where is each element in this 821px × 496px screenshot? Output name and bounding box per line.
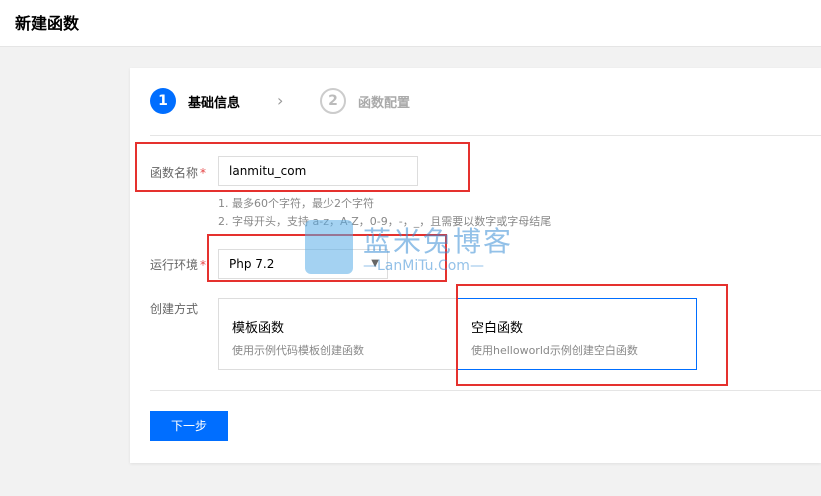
- creation-method-label: 创建方式: [150, 302, 199, 316]
- required-mark: *: [200, 258, 207, 272]
- option-title: 模板函数: [232, 321, 285, 336]
- option-desc: 使用示例代码模板创建函数: [232, 344, 364, 357]
- step-2-label[interactable]: 函数配置: [358, 92, 410, 111]
- highlight-box-name: [135, 142, 470, 192]
- watermark: 蓝米兔博客 —LanMiTu.Com—: [305, 220, 525, 280]
- option-template-function[interactable]: 模板函数 使用示例代码模板创建函数: [218, 298, 458, 370]
- top-bar: 新建函数: [0, 0, 821, 47]
- step-1-label: 基础信息: [188, 96, 241, 111]
- rabbit-logo-icon: [305, 220, 353, 274]
- watermark-text-cn: 蓝米兔博客: [363, 225, 514, 258]
- highlight-box-blank-option: [456, 284, 728, 386]
- chevron-right-icon: ›: [277, 91, 284, 110]
- step-2-number[interactable]: 2: [320, 88, 346, 114]
- step-1-number: 1: [150, 88, 176, 114]
- runtime-label: 运行环境 *: [150, 258, 207, 272]
- divider: [150, 390, 821, 391]
- page-title: 新建函数: [15, 14, 80, 33]
- divider: [150, 135, 821, 136]
- next-step-button[interactable]: 下一步: [150, 411, 228, 441]
- watermark-text-en: —LanMiTu.Com—: [363, 258, 484, 274]
- hint-line-1: 1. 最多60个字符，最少2个字符: [218, 197, 374, 210]
